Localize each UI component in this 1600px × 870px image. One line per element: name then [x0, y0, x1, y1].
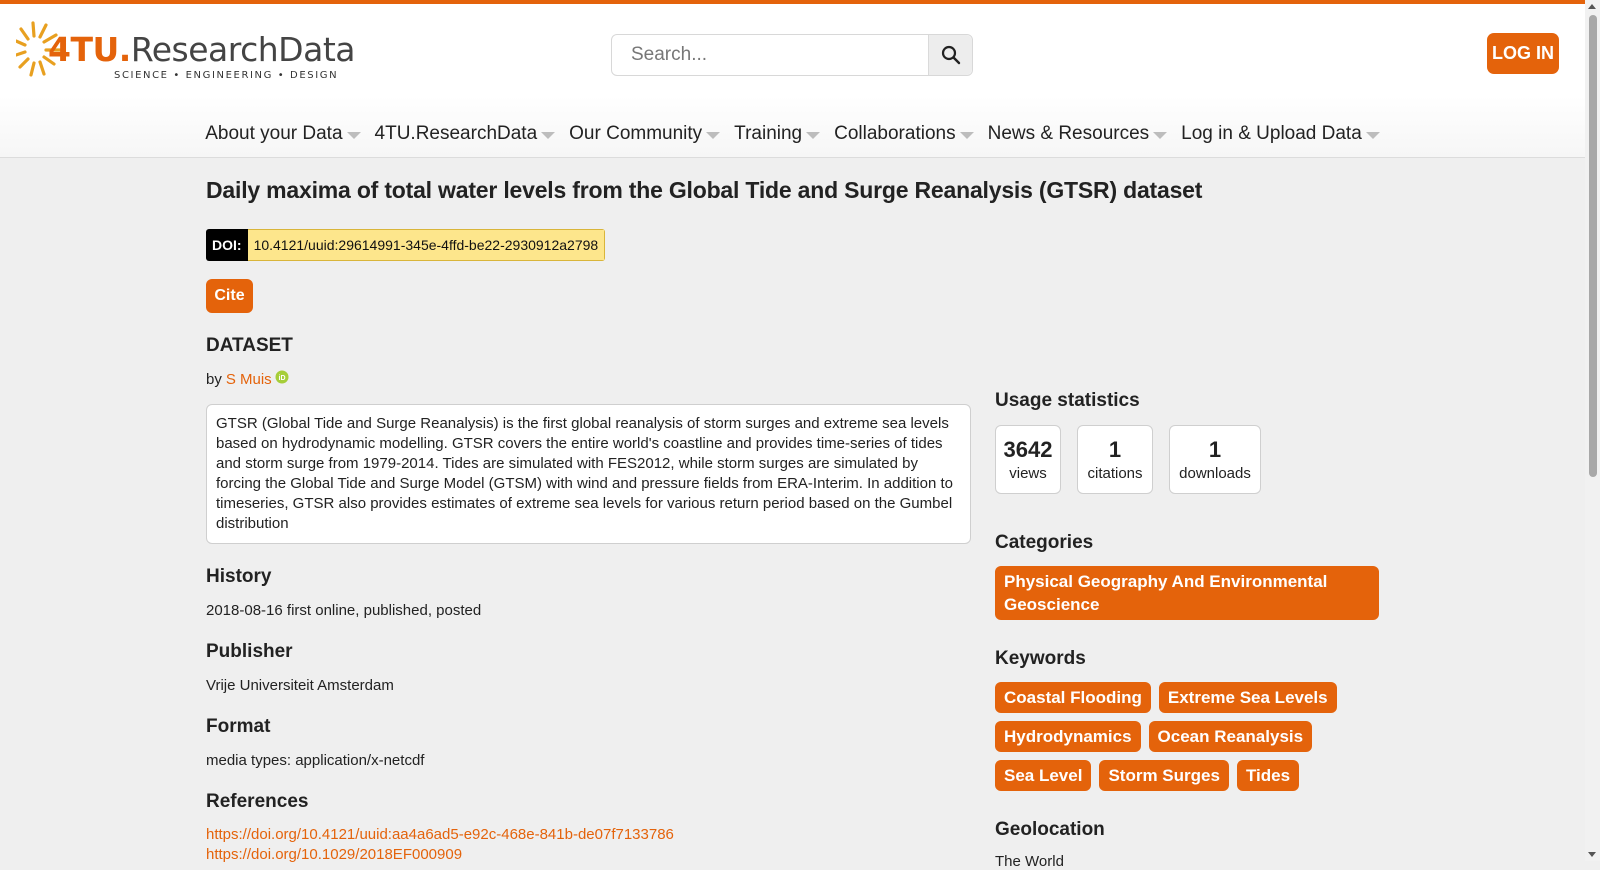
keyword-tag[interactable]: Ocean Reanalysis: [1148, 721, 1313, 752]
caret-down-icon: [541, 131, 556, 139]
logo-brand-accent: 4TU.: [48, 30, 131, 69]
nav-item-training[interactable]: Training: [734, 123, 821, 145]
stat-label: downloads: [1179, 465, 1251, 482]
stat-number: 3642: [1003, 437, 1053, 462]
caret-down-icon: [1365, 131, 1380, 139]
logo-tagline: SCIENCE • ENGINEERING • DESIGN: [114, 70, 339, 81]
logo-wordmark: 4TU.ResearchData: [48, 30, 355, 69]
item-type-label: DATASET: [206, 335, 293, 356]
nav-item-label: Our Community: [569, 123, 703, 144]
format-heading: Format: [206, 716, 271, 737]
caret-down-icon: [959, 131, 974, 139]
nav-item-collaborations[interactable]: Collaborations: [834, 123, 974, 145]
logo-brand-rest: ResearchData: [130, 30, 356, 69]
usage-statistics-heading: Usage statistics: [995, 390, 1140, 411]
search-icon: [941, 45, 960, 65]
search-input[interactable]: [612, 35, 930, 75]
dataset-main: Daily maxima of total water levels from …: [206, 160, 1203, 865]
caret-down-icon: [706, 131, 721, 139]
reference-link[interactable]: https://doi.org/10.1029/2018EF000909: [206, 845, 971, 865]
main-nav: About your Data 4TU.ResearchData Our Com…: [0, 114, 1585, 154]
author-link[interactable]: S Muis: [226, 371, 272, 388]
doi-label: DOI:: [206, 229, 248, 261]
nav-item-our-community[interactable]: Our Community: [569, 123, 721, 145]
dataset-sidebar: Usage statistics 3642 views 1 citations …: [995, 390, 1395, 870]
nav-item-label: 4TU.ResearchData: [374, 123, 538, 144]
author-line: by S Muis iD: [206, 370, 971, 388]
scroll-up-icon[interactable]: [1588, 4, 1596, 9]
nav-item-label: Collaborations: [834, 123, 956, 144]
stat-card-views: 3642 views: [995, 425, 1061, 494]
nav-item-about-your-data[interactable]: About your Data: [205, 123, 361, 145]
scrollbar-thumb[interactable]: [1589, 15, 1597, 477]
keyword-tag[interactable]: Sea Level: [995, 760, 1092, 791]
keyword-tag[interactable]: Extreme Sea Levels: [1158, 682, 1337, 713]
history-value: 2018-08-16 first online, published, post…: [206, 602, 482, 619]
geolocation-value: The World: [995, 853, 1064, 870]
keyword-list: Coastal Flooding Extreme Sea Levels Hydr…: [995, 682, 1355, 791]
references-list: https://doi.org/10.4121/uuid:aa4a6ad5-e9…: [206, 825, 971, 865]
by-prefix: by: [206, 371, 222, 388]
svg-text:iD: iD: [278, 375, 285, 382]
nav-item-label: News & Resources: [987, 123, 1150, 144]
nav-item-label: About your Data: [205, 123, 343, 144]
login-button[interactable]: LOG IN: [1487, 33, 1559, 74]
category-tag[interactable]: Physical Geography And Environmental Geo…: [995, 566, 1379, 620]
references-heading: References: [206, 791, 309, 812]
stat-label: citations: [1087, 465, 1143, 482]
dataset-description: GTSR (Global Tide and Surge Reanalysis) …: [206, 404, 971, 544]
stat-number: 1: [1208, 437, 1222, 462]
orcid-icon[interactable]: iD: [275, 370, 289, 384]
search-button[interactable]: [928, 35, 972, 75]
keyword-tag[interactable]: Tides: [1236, 760, 1300, 791]
stat-label: views: [1009, 465, 1047, 482]
stat-card-citations: 1 citations: [1077, 425, 1153, 494]
caret-down-icon: [1153, 131, 1168, 139]
nav-item-label: Training: [734, 123, 803, 144]
nav-item-news-resources[interactable]: News & Resources: [988, 123, 1168, 145]
site-header: 4TU.ResearchData SCIENCE • ENGINEERING •…: [0, 4, 1585, 158]
history-heading: History: [206, 566, 272, 587]
publisher-heading: Publisher: [206, 641, 293, 662]
keywords-heading: Keywords: [995, 648, 1086, 669]
format-value: media types: application/x-netcdf: [206, 752, 425, 769]
site-logo[interactable]: 4TU.ResearchData SCIENCE • ENGINEERING •…: [16, 20, 355, 84]
geolocation-heading: Geolocation: [995, 819, 1105, 840]
nav-item-login-upload[interactable]: Log in & Upload Data: [1181, 123, 1380, 145]
categories-heading: Categories: [995, 532, 1094, 553]
nav-item-label: Log in & Upload Data: [1181, 123, 1362, 144]
keyword-tag[interactable]: Storm Surges: [1099, 760, 1229, 791]
caret-down-icon: [806, 131, 821, 139]
caret-down-icon: [346, 131, 361, 139]
stat-number: 1: [1108, 437, 1122, 462]
doi-link[interactable]: 10.4121/uuid:29614991-345e-4ffd-be22-293…: [247, 229, 606, 261]
reference-link[interactable]: https://doi.org/10.4121/uuid:aa4a6ad5-e9…: [206, 825, 971, 845]
keyword-tag[interactable]: Hydrodynamics: [995, 721, 1141, 752]
scroll-down-icon[interactable]: [1588, 852, 1596, 857]
page-title: Daily maxima of total water levels from …: [206, 177, 1203, 203]
publisher-value: Vrije Universiteit Amsterdam: [206, 677, 394, 694]
nav-item-4tu-researchdata[interactable]: 4TU.ResearchData: [375, 123, 556, 145]
cite-button[interactable]: Cite: [206, 279, 253, 313]
keyword-tag[interactable]: Coastal Flooding: [995, 682, 1151, 713]
page-scrollbar[interactable]: [1585, 0, 1600, 861]
usage-stats: 3642 views 1 citations 1 downloads: [995, 425, 1395, 494]
search-box: [611, 34, 973, 76]
doi-badge: DOI: 10.4121/uuid:29614991-345e-4ffd-be2…: [206, 229, 606, 261]
stat-card-downloads: 1 downloads: [1169, 425, 1261, 494]
